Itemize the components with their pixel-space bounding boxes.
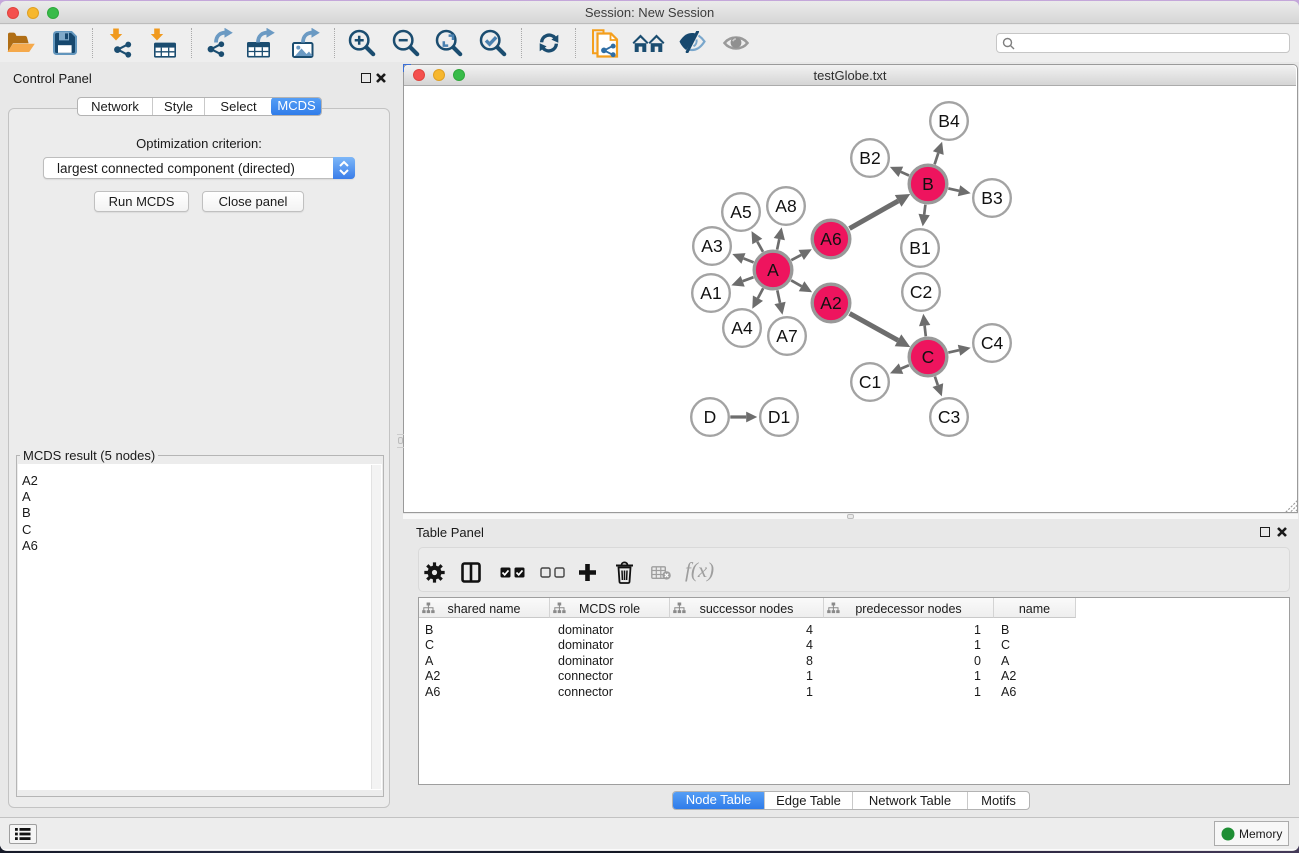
svg-text:A6: A6	[820, 229, 841, 249]
svg-text:D: D	[704, 407, 717, 427]
svg-text:B1: B1	[909, 238, 930, 258]
svg-text:A2: A2	[820, 293, 841, 313]
svg-text:C2: C2	[910, 282, 932, 302]
svg-text:B2: B2	[859, 148, 880, 168]
svg-text:A8: A8	[775, 196, 796, 216]
svg-text:A4: A4	[731, 318, 753, 338]
svg-text:B4: B4	[938, 111, 960, 131]
svg-text:C3: C3	[938, 407, 960, 427]
svg-text:B: B	[922, 174, 934, 194]
svg-text:A5: A5	[730, 202, 751, 222]
svg-text:C1: C1	[859, 372, 881, 392]
svg-text:B3: B3	[981, 188, 1002, 208]
svg-text:A3: A3	[701, 236, 722, 256]
svg-text:A7: A7	[776, 326, 797, 346]
svg-text:A1: A1	[700, 283, 721, 303]
svg-text:C4: C4	[981, 333, 1004, 353]
svg-text:A: A	[767, 260, 779, 280]
svg-text:D1: D1	[768, 407, 790, 427]
svg-text:C: C	[922, 347, 935, 367]
